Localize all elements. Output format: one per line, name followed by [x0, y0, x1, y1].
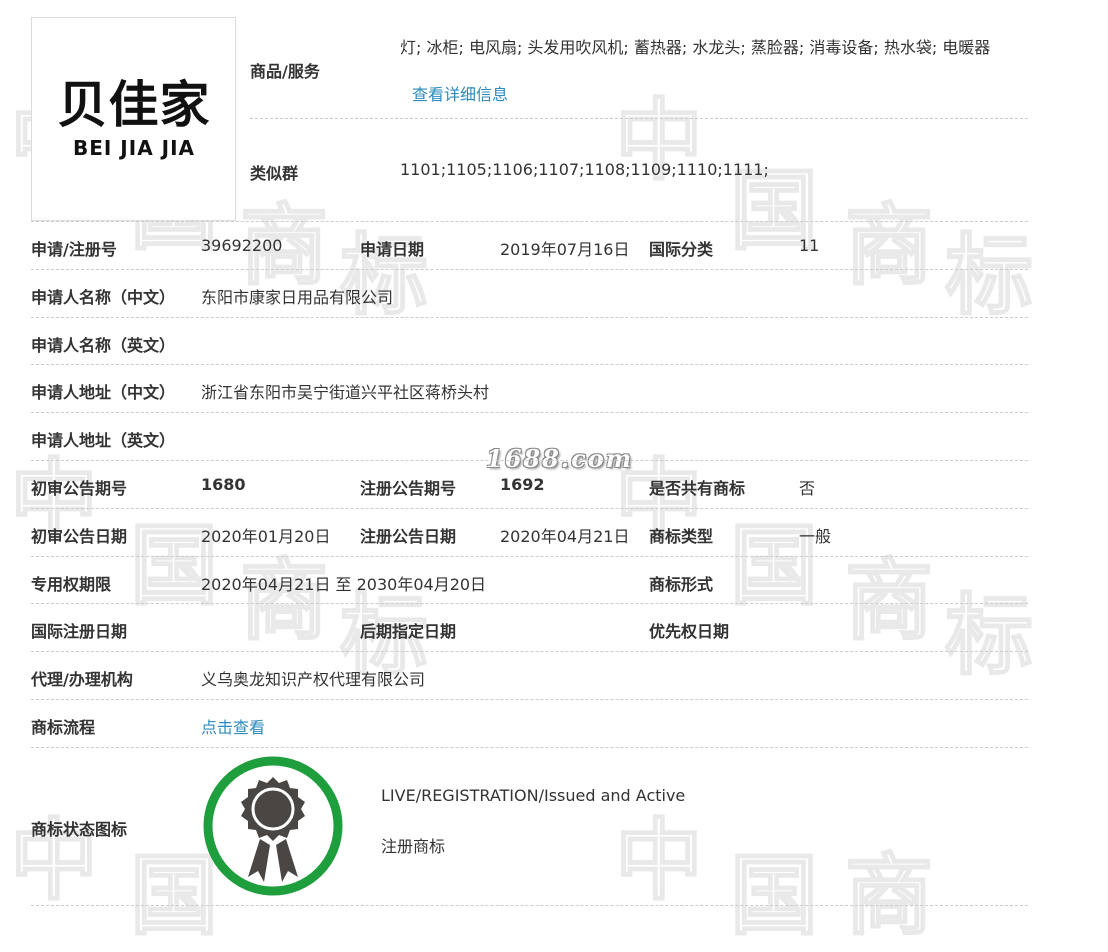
divider [31, 747, 1028, 748]
watermark-char: 标 [944, 583, 1034, 688]
later-date-label: 后期指定日期 [360, 622, 457, 641]
reg-no-value: 39692200 [201, 236, 283, 255]
goods-services-label: 商品/服务 [250, 62, 320, 81]
watermark-char: 国 [729, 843, 819, 948]
site-watermark: 1688.com [486, 444, 634, 473]
watermark-char: 中 [9, 808, 99, 913]
divider [31, 905, 1028, 906]
status-chinese-text: 注册商标 [381, 837, 446, 856]
tm-type-value: 一般 [799, 527, 832, 546]
view-details-link[interactable]: 查看详细信息 [412, 81, 508, 105]
divider [31, 317, 1028, 318]
address-en-label: 申请人地址（英文） [31, 431, 176, 450]
tm-form-label: 商标形式 [649, 575, 714, 594]
divider [31, 269, 1028, 270]
applicant-cn-value: 东阳市康家日用品有限公司 [201, 288, 394, 307]
reg-pub-date-value: 2020年04月21日 [500, 527, 630, 546]
registered-seal-icon [203, 756, 343, 896]
watermark-char: 商 [844, 193, 934, 298]
intl-class-label: 国际分类 [649, 240, 714, 259]
applicant-cn-label: 申请人名称（中文） [31, 288, 176, 307]
reg-pub-no-value: 1692 [500, 475, 545, 494]
reg-pub-no-label: 注册公告期号 [360, 479, 457, 498]
divider [31, 651, 1028, 652]
status-icon-label: 商标状态图标 [31, 820, 128, 839]
agent-label: 代理/办理机构 [31, 670, 133, 689]
shared-value: 否 [799, 479, 816, 498]
divider [31, 699, 1028, 700]
goods-services-value: 灯; 冰柜; 电风扇; 头发用吹风机; 蓄热器; 水龙头; 蒸脸器; 消毒设备;… [400, 38, 991, 57]
intl-reg-date-label: 国际注册日期 [31, 622, 128, 641]
divider [31, 508, 1028, 509]
divider [31, 556, 1028, 557]
process-view-link[interactable]: 点击查看 [201, 714, 265, 738]
tm-type-label: 商标类型 [649, 527, 714, 546]
watermark-char: 商 [844, 843, 934, 948]
prelim-date-value: 2020年01月20日 [201, 527, 331, 546]
trademark-logo-image: 贝佳家 BEI JIA JIA [31, 17, 236, 221]
watermark-char: 中 [614, 808, 704, 913]
similar-group-label: 类似群 [250, 164, 299, 183]
exclusive-period-value: 2020年04月21日 至 2030年04月20日 [201, 575, 487, 594]
reg-pub-date-label: 注册公告日期 [360, 527, 457, 546]
divider [31, 460, 1028, 461]
priority-date-label: 优先权日期 [649, 622, 730, 641]
intl-class-value: 11 [799, 236, 820, 255]
shared-label: 是否共有商标 [649, 479, 746, 498]
address-cn-label: 申请人地址（中文） [31, 383, 176, 402]
prelim-date-label: 初审公告日期 [31, 527, 128, 546]
apply-date-label: 申请日期 [360, 240, 425, 259]
logo-english-text: BEI JIA JIA [73, 136, 195, 160]
process-label: 商标流程 [31, 718, 96, 737]
apply-date-value: 2019年07月16日 [500, 240, 630, 259]
divider [31, 603, 1028, 604]
applicant-en-label: 申请人名称（英文） [31, 336, 176, 355]
address-cn-value: 浙江省东阳市吴宁街道兴平社区蒋桥头村 [201, 383, 490, 402]
similar-group-value: 1101;1105;1106;1107;1108;1109;1110;1111; [400, 160, 769, 179]
agent-value: 义乌奥龙知识产权代理有限公司 [201, 670, 426, 689]
prelim-no-value: 1680 [201, 475, 246, 494]
status-english-text: LIVE/REGISTRATION/Issued and Active [381, 786, 686, 805]
reg-no-label: 申请/注册号 [31, 240, 117, 259]
exclusive-period-label: 专用权期限 [31, 575, 112, 594]
divider [31, 221, 1028, 222]
watermark-char: 商 [844, 548, 934, 653]
prelim-no-label: 初审公告期号 [31, 479, 128, 498]
divider [250, 118, 1028, 119]
divider [31, 412, 1028, 413]
logo-chinese-text: 贝佳家 [57, 76, 211, 134]
divider [31, 364, 1028, 365]
